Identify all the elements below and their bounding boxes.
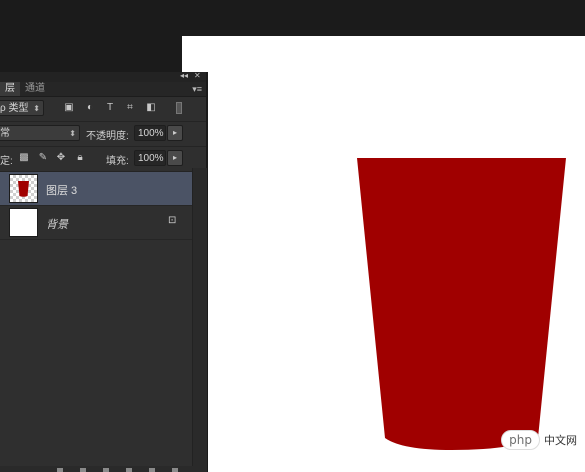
opacity-label: 不透明度: (86, 131, 129, 142)
watermark-text: 中文网 (544, 434, 577, 447)
collapse-panel-icon[interactable]: ◂◂ (180, 71, 188, 80)
lock-position-icon[interactable]: ✥ (55, 152, 67, 164)
fill-value: 100% (138, 153, 164, 164)
cup-thumbnail-icon (18, 181, 29, 197)
layer-thumbnail (9, 174, 38, 203)
fill-slider-button[interactable]: ▸ (167, 150, 183, 166)
layer-lock-icon: ⊡ (168, 215, 177, 226)
lock-label: 定: (0, 156, 13, 167)
add-mask-icon[interactable] (103, 468, 109, 472)
red-cup-shape (357, 158, 566, 450)
panel-bottom-toolbar (0, 466, 204, 472)
opacity-input[interactable]: 100% (134, 125, 166, 141)
filter-kind-label: ρ 类型 (0, 103, 29, 114)
adjustment-filter-icon[interactable]: ◐ (84, 102, 96, 114)
add-style-icon[interactable] (80, 468, 86, 472)
image-filter-icon[interactable]: ▣ (63, 102, 75, 114)
filter-toggle-switch[interactable] (176, 102, 182, 114)
opacity-slider-button[interactable]: ▸ (167, 125, 183, 141)
watermark-logo: php (501, 430, 540, 450)
lock-transparent-pixels-icon[interactable]: ▩ (18, 152, 30, 164)
close-panel-icon[interactable]: ✕ (194, 71, 201, 80)
layers-panel: ◂◂ ✕ 层 通道 ▾≡ ρ 类型 ⬍ ▣ ◐ T ⌗ ◧ 常 ⬍ 不透明度: … (0, 71, 208, 472)
blend-mode-value: 常 (0, 128, 10, 139)
opacity-value: 100% (138, 128, 164, 139)
tab-channels[interactable]: 通道 (20, 82, 50, 96)
filter-row: ρ 类型 ⬍ ▣ ◐ T ⌗ ◧ (0, 97, 206, 122)
lock-row: 定: ▩ ✎ ✥ 🔒︎ 填充: 100% ▸ (0, 147, 206, 172)
new-group-icon[interactable] (126, 468, 132, 472)
panel-menu-icon[interactable]: ▾≡ (192, 82, 202, 96)
layer-thumbnail (9, 208, 38, 237)
blend-row: 常 ⬍ 不透明度: 100% ▸ (0, 122, 206, 147)
layers-scrollbar[interactable] (192, 168, 207, 472)
select-arrow-icon: ⬍ (69, 129, 76, 138)
layer-row[interactable]: 图层 3 (0, 172, 206, 206)
layer-name[interactable]: 图层 3 (46, 182, 77, 198)
document-canvas[interactable]: php 中文网 (182, 36, 585, 472)
filter-kind-select[interactable]: ρ 类型 ⬍ (0, 100, 44, 116)
layer-row[interactable]: 背景 ⊡ (0, 206, 206, 240)
link-layers-icon[interactable] (57, 468, 63, 472)
blend-mode-select[interactable]: 常 ⬍ (0, 125, 80, 141)
select-arrow-icon: ⬍ (33, 104, 40, 113)
panel-titlebar: ◂◂ ✕ (0, 71, 206, 82)
watermark: php 中文网 (501, 430, 577, 450)
cup-path (357, 158, 566, 450)
fill-label: 填充: (106, 156, 129, 167)
delete-layer-icon[interactable] (172, 468, 178, 472)
new-layer-icon[interactable] (149, 468, 155, 472)
layer-name[interactable]: 背景 (46, 216, 68, 232)
smart-object-filter-icon[interactable]: ◧ (145, 102, 157, 114)
shape-filter-icon[interactable]: ⌗ (124, 102, 136, 114)
tab-layers[interactable]: 层 (0, 82, 20, 96)
lock-all-icon[interactable]: 🔒︎ (74, 152, 86, 164)
lock-image-pixels-icon[interactable]: ✎ (37, 152, 49, 164)
panel-tabs: 层 通道 ▾≡ (0, 82, 206, 97)
fill-input[interactable]: 100% (134, 150, 166, 166)
type-filter-icon[interactable]: T (104, 102, 116, 114)
